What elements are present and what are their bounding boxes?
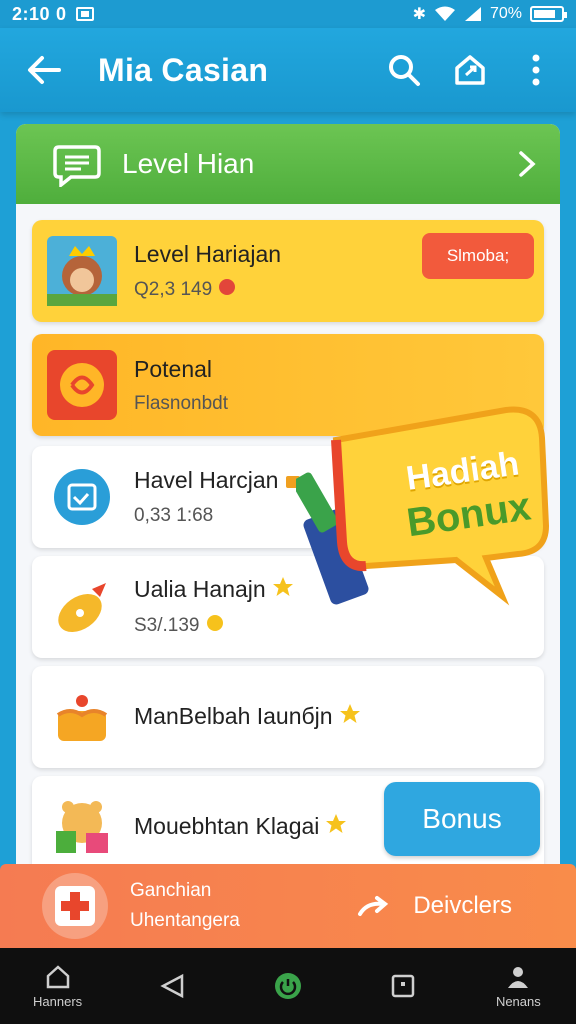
level-panel: Level Hian Level Hariajan Q2,3 149 Slmob…: [16, 124, 560, 884]
calendar-circle-icon: [46, 461, 118, 533]
chevron-right-icon: [518, 150, 536, 178]
nav-back[interactable]: [128, 973, 218, 999]
back-arrow-icon: [28, 56, 61, 84]
promo-banner[interactable]: Ganchian Uhentangera Deivclers: [0, 864, 576, 948]
forward-arrow-icon: [357, 894, 391, 918]
back-button[interactable]: [14, 55, 74, 85]
bluetooth-icon: ✱: [412, 6, 426, 23]
square-icon: [391, 974, 415, 998]
more-vertical-icon: [532, 54, 540, 86]
document-chat-icon: [52, 138, 104, 190]
home-share-button[interactable]: [448, 48, 492, 92]
star-icon: [272, 576, 294, 604]
app-bar: Mia Casian: [0, 28, 576, 112]
item-value: 0,33 1:68: [134, 505, 214, 527]
level-header[interactable]: Level Hian: [16, 124, 560, 204]
status-time: 2:10: [12, 3, 51, 24]
item-value: S3/.139: [134, 614, 294, 638]
search-button[interactable]: [382, 48, 426, 92]
nav-recents[interactable]: [358, 973, 448, 999]
item-subtitle: Flasnonbdt: [134, 392, 229, 414]
battery-icon: [530, 6, 567, 22]
coin-icon: [206, 614, 224, 638]
battery-percent: 70%: [489, 5, 522, 22]
nav-center[interactable]: [243, 971, 333, 1001]
nav-home-label: Hanners: [33, 993, 83, 1009]
more-button[interactable]: [514, 48, 558, 92]
list-item[interactable]: Level Hariajan Q2,3 149 Slmoba;: [32, 220, 544, 322]
star-icon: [339, 703, 361, 731]
item-title: Mouebhtan Klagai: [134, 813, 347, 842]
claim-button[interactable]: Slmoba;: [422, 233, 534, 279]
gift-bear-icon: [46, 791, 118, 863]
cake-icon: [46, 681, 118, 753]
rocket-icon: [46, 571, 118, 643]
home-share-icon: [455, 55, 485, 85]
page-title: Mia Casian: [98, 51, 269, 88]
nav-profile[interactable]: Nenans: [473, 964, 563, 1009]
orange-badge-icon: [46, 349, 118, 421]
bottom-nav: Hanners Nenans: [0, 948, 576, 1024]
status-indicator: 0: [56, 3, 67, 24]
item-title: Level Hariajan: [134, 240, 282, 267]
list-item[interactable]: Mouebhtan Klagai Bonus: [32, 776, 544, 878]
notification-icon: [76, 7, 95, 21]
promo-title: Ganchian: [130, 880, 212, 901]
nav-home[interactable]: Hanners: [13, 964, 103, 1009]
promo-subtitle: Uhentangera: [130, 910, 240, 931]
item-title: ManBelbah Iaunбjn: [134, 703, 361, 732]
item-value: Q2,3 149: [134, 278, 281, 302]
person-icon: [508, 966, 529, 988]
list-item[interactable]: ManBelbah Iaunбjn: [32, 666, 544, 768]
home-icon: [46, 964, 69, 988]
power-circle-icon: [274, 973, 301, 999]
item-title: Potenal: [134, 355, 213, 382]
bonus-button[interactable]: Bonus: [384, 782, 540, 856]
status-bar: 2:10 0 ✱ 70%: [0, 0, 576, 28]
search-icon: [389, 55, 420, 86]
wifi-icon: [434, 6, 455, 21]
level-header-label: Level Hian: [122, 148, 255, 179]
item-title: Ualia Hanajn: [134, 576, 294, 605]
king-avatar-icon: [46, 235, 118, 307]
bonus-gift-bubble[interactable]: Hadiah Bonux: [292, 392, 560, 616]
triangle-back-icon: [160, 973, 184, 999]
promo-action-button[interactable]: Deivclers: [413, 892, 512, 920]
star-icon: [325, 813, 347, 841]
nav-profile-label: Nenans: [495, 993, 541, 1009]
item-title: Havel Harcjan: [134, 467, 302, 495]
coin-icon: [218, 278, 236, 302]
signal-icon: [464, 7, 481, 21]
medical-cross-icon: [42, 873, 108, 939]
